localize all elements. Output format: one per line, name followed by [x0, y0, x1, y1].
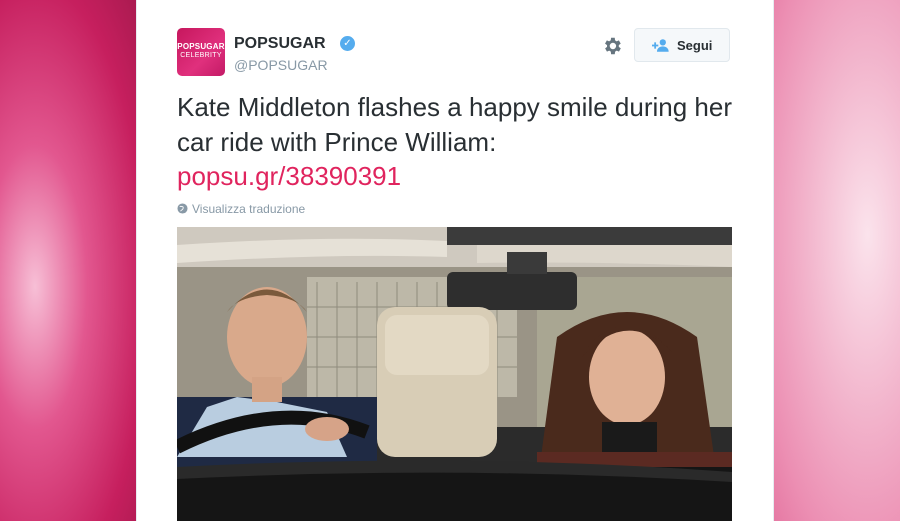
- avatar-sub-text: CELEBRITY: [180, 52, 222, 59]
- verified-badge-icon: ✓: [340, 36, 355, 51]
- tweet-text: Kate Middleton flashes a happy smile dur…: [177, 92, 732, 157]
- translate-link[interactable]: Visualizza traduzione: [177, 202, 305, 216]
- gear-icon[interactable]: [601, 35, 623, 57]
- background-right: [770, 0, 900, 521]
- avatar-brand-text: POPSUGAR: [177, 42, 225, 51]
- author-handle[interactable]: @POPSUGAR: [234, 57, 328, 73]
- person-plus-icon: [652, 39, 669, 52]
- translate-label: Visualizza traduzione: [192, 202, 306, 216]
- globe-icon: [177, 203, 188, 214]
- author-name[interactable]: POPSUGAR: [234, 35, 326, 53]
- tweet-link[interactable]: popsu.gr/38390391: [177, 159, 401, 194]
- tweet-photo[interactable]: [177, 227, 732, 521]
- car-interior-image: [177, 227, 732, 521]
- follow-button[interactable]: Segui: [634, 28, 730, 62]
- background-left: [0, 0, 140, 521]
- follow-label: Segui: [677, 38, 713, 53]
- avatar[interactable]: POPSUGAR CELEBRITY: [177, 28, 225, 76]
- tweet-card: POPSUGAR CELEBRITY POPSUGAR ✓ @POPSUGAR …: [136, 0, 774, 521]
